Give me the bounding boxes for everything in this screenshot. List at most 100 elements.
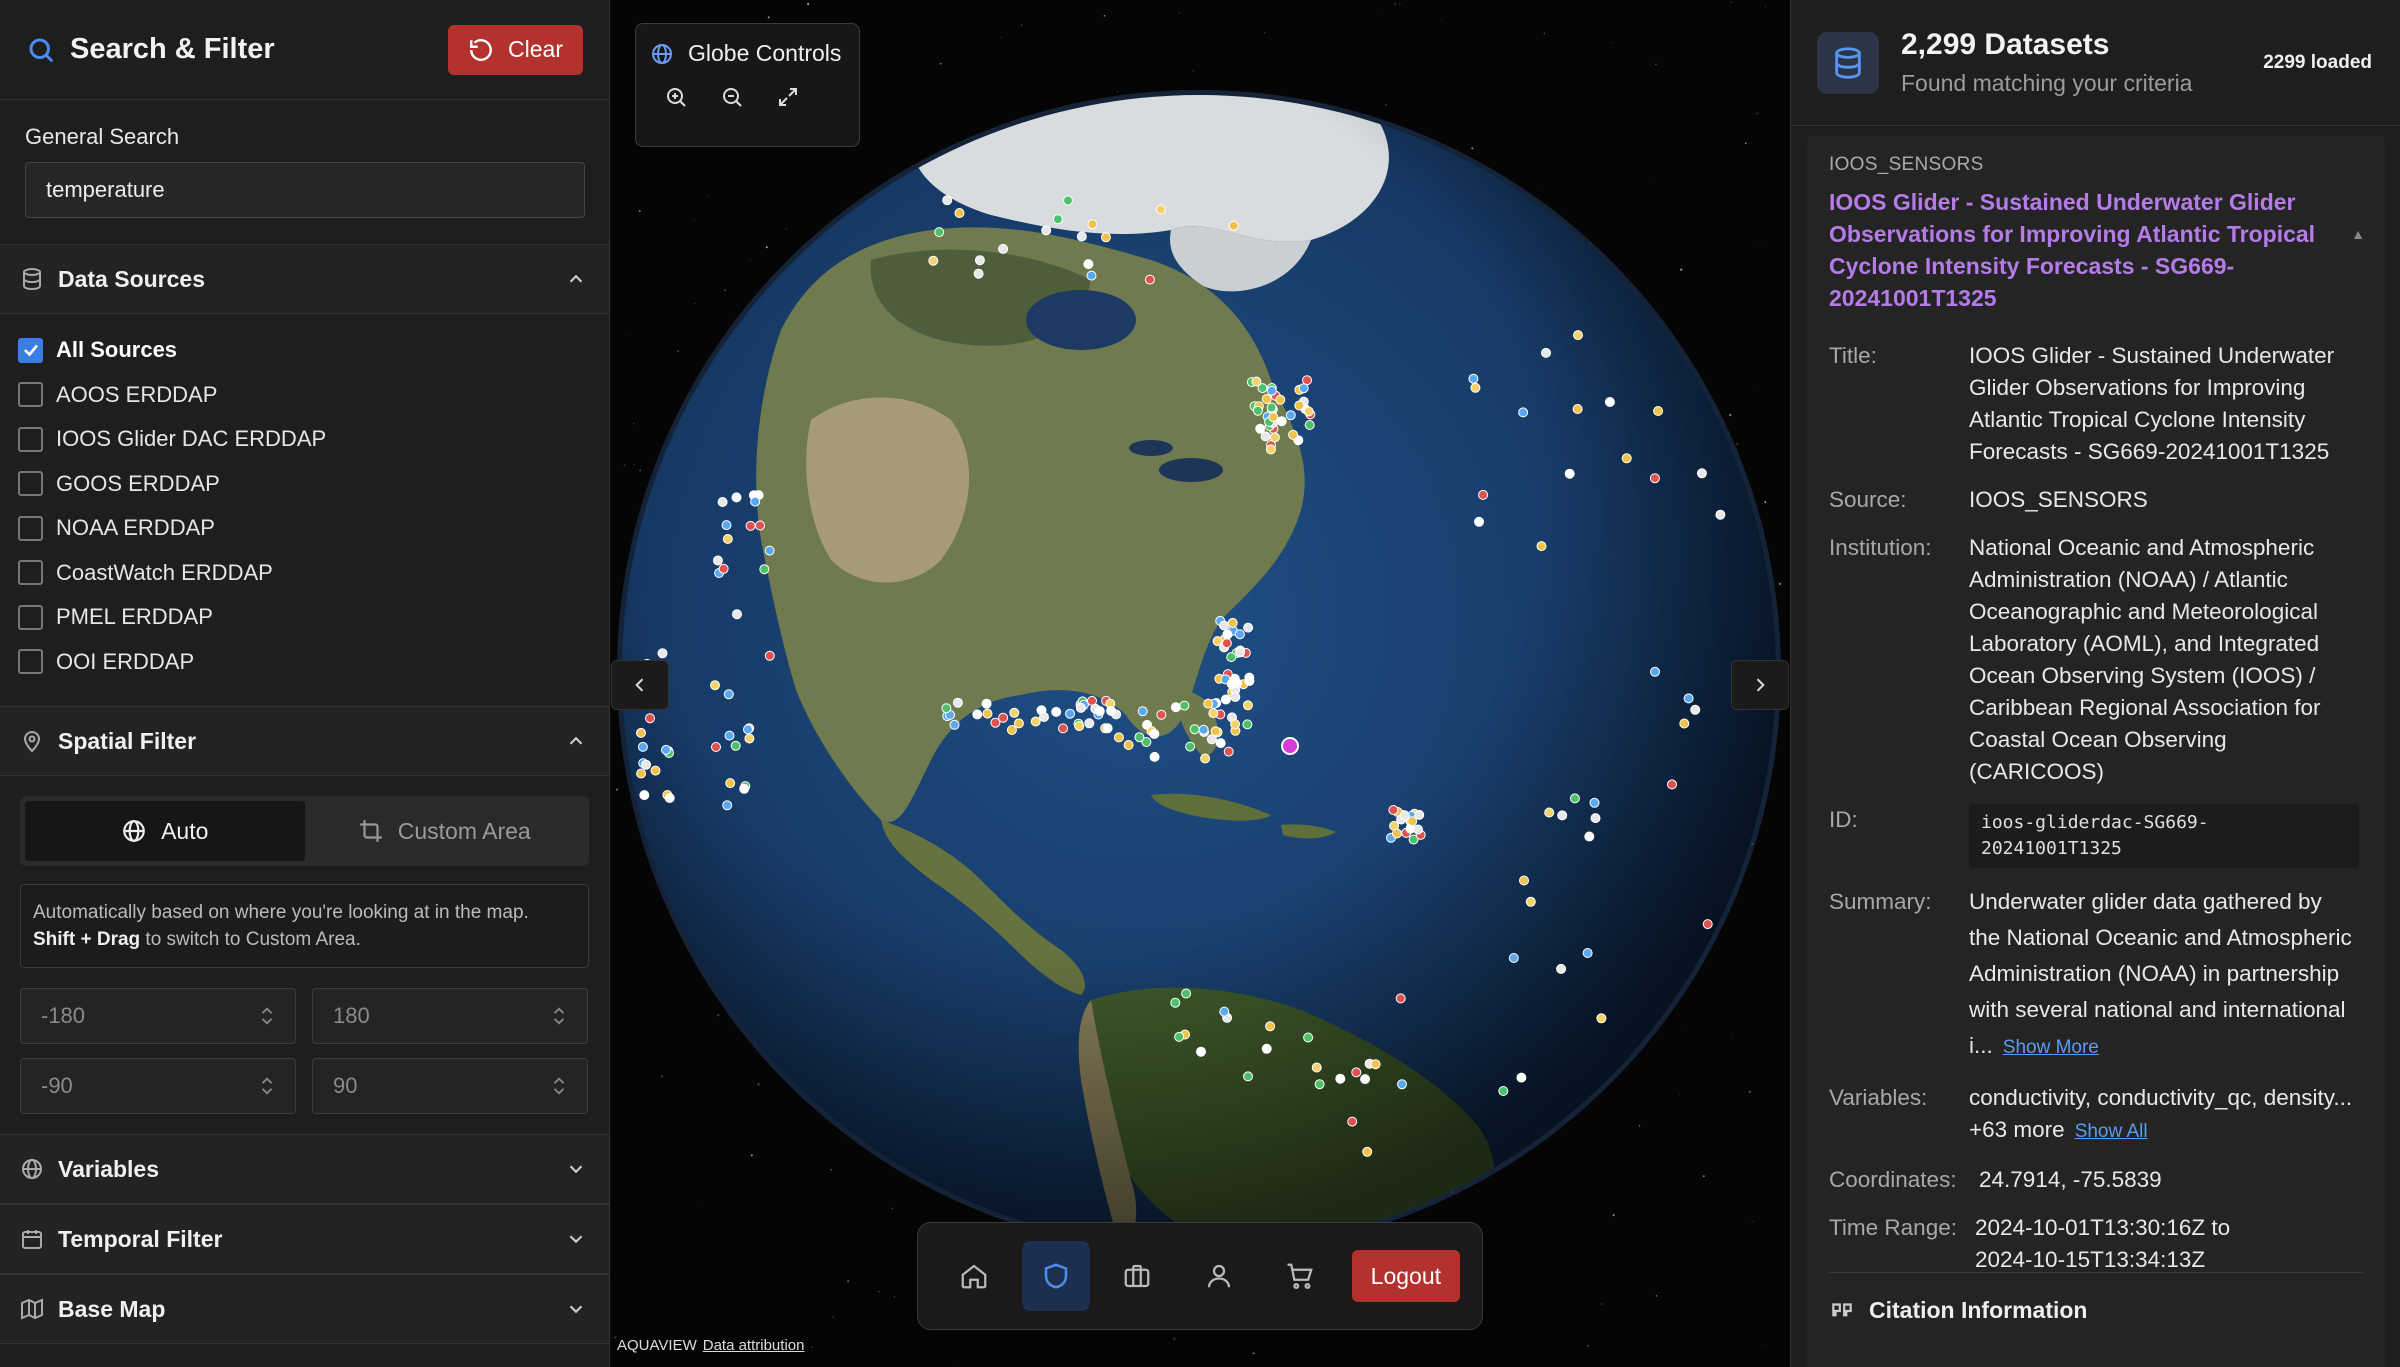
dataset-marker[interactable] [1051,706,1062,717]
dataset-marker[interactable] [1243,1071,1253,1082]
dataset-marker[interactable] [1222,629,1233,640]
dataset-marker[interactable] [1219,620,1230,631]
dataset-marker[interactable] [1266,402,1277,413]
dataset-marker[interactable] [1155,204,1166,215]
dataset-marker[interactable] [1009,707,1020,718]
dataset-marker[interactable] [1589,797,1600,808]
dataset-marker[interactable] [942,195,953,206]
source-item-all[interactable]: All Sources [18,328,609,373]
dataset-marker[interactable] [934,227,945,238]
expand-icon[interactable] [776,85,800,109]
source-item-pmel[interactable]: PMEL ERDDAP [18,595,609,640]
dataset-marker[interactable] [1266,385,1277,396]
dataset-marker[interactable] [1518,407,1529,418]
dataset-marker[interactable] [1715,509,1726,520]
dataset-marker[interactable] [1030,716,1041,727]
dataset-marker[interactable] [1100,232,1111,243]
dataset-marker[interactable] [1596,1013,1607,1024]
dataset-marker[interactable] [1058,723,1068,734]
dataset-marker[interactable] [743,724,753,735]
dataset-marker[interactable] [1220,694,1231,705]
dataset-marker[interactable] [1650,666,1660,677]
zoom-in-icon[interactable] [664,85,688,109]
dataset-marker[interactable] [1226,652,1237,663]
dataset-marker[interactable] [1255,423,1266,434]
dataset-marker[interactable] [641,759,652,770]
dataset-marker[interactable] [1242,700,1253,711]
dataset-marker[interactable] [941,703,952,714]
dataset-marker[interactable] [739,783,750,794]
dataset-marker[interactable] [1137,706,1148,717]
dataset-marker[interactable] [1516,1072,1527,1083]
dataset-marker[interactable] [661,744,671,755]
dataset-marker[interactable] [764,650,775,661]
globe-viewport[interactable]: Globe Controls Logout AQUAVIEW Data attr… [611,0,1790,1367]
dataset-card[interactable]: IOOS_SENSORS IOOS Glider - Sustained Und… [1807,136,2385,1367]
dataset-marker[interactable] [1200,753,1211,764]
dataset-marker[interactable] [1094,706,1105,717]
collapse-right-button[interactable] [1731,660,1789,710]
dataset-marker[interactable] [1360,1074,1371,1085]
dataset-marker[interactable] [1210,726,1221,737]
dataset-marker[interactable] [657,648,668,659]
dataset-marker[interactable] [1174,1031,1185,1042]
dataset-marker[interactable] [998,243,1009,254]
dataset-marker[interactable] [1314,1079,1325,1090]
dataset-marker[interactable] [1696,468,1707,479]
dataset-marker[interactable] [1076,231,1087,242]
dataset-marker[interactable] [732,609,742,620]
dataset-marker[interactable] [1149,729,1160,739]
dataset-marker[interactable] [954,208,965,218]
dataset-marker[interactable] [1265,1021,1276,1032]
dataset-marker[interactable] [637,741,648,752]
dataset-marker[interactable] [1557,810,1568,821]
dataset-marker[interactable] [1564,468,1575,479]
dataset-marker[interactable] [1397,1079,1407,1090]
dataset-marker[interactable] [949,719,960,730]
dataset-marker[interactable] [1304,420,1315,430]
dataset-marker[interactable] [928,255,939,266]
dataset-marker[interactable] [1388,805,1399,815]
dataset-marker[interactable] [1683,693,1694,704]
checkbox[interactable] [18,515,43,541]
dataset-marker[interactable] [1508,953,1519,963]
dataset-marker[interactable] [1414,809,1425,820]
source-item-ooi[interactable]: OOI ERDDAP [18,640,609,685]
dataset-marker[interactable] [711,742,721,752]
min-lat-input[interactable]: -90 [20,1058,296,1114]
dataset-marker[interactable] [731,492,742,503]
dataset-marker[interactable] [1170,702,1181,713]
dataset-marker[interactable] [1227,617,1238,628]
dataset-marker[interactable] [1285,410,1296,421]
dataset-marker[interactable] [750,496,761,507]
dataset-marker[interactable] [1223,746,1234,757]
dataset-marker[interactable] [1573,330,1583,341]
dataset-marker[interactable] [1198,724,1209,735]
dataset-marker[interactable] [1621,453,1632,464]
dataset-marker[interactable] [1541,347,1551,358]
dataset-marker[interactable] [712,555,723,566]
dataset-marker[interactable] [998,712,1009,723]
dataset-marker[interactable] [1470,382,1481,393]
dataset-marker[interactable] [1235,647,1246,658]
dataset-marker[interactable] [1170,997,1181,1008]
temporal-filter-header[interactable]: Temporal Filter [0,1204,609,1274]
dataset-marker[interactable] [1519,875,1529,886]
dataset-marker[interactable] [1039,712,1049,722]
dataset-marker[interactable] [1228,220,1239,231]
checkbox[interactable] [18,426,43,452]
dataset-marker[interactable] [730,740,741,751]
dataset-marker[interactable] [755,520,765,531]
dataset-marker[interactable] [717,497,728,507]
variables-header[interactable]: Variables [0,1134,609,1204]
data-attribution-link[interactable]: Data attribution [703,1337,805,1354]
dataset-marker[interactable] [1468,373,1479,384]
stepper-icon[interactable] [551,1075,567,1097]
logout-button[interactable]: Logout [1351,1250,1461,1302]
dataset-marker[interactable] [1347,1116,1358,1127]
dataset-marker[interactable] [1311,1062,1322,1073]
selected-dataset-marker[interactable] [1281,737,1299,755]
dataset-marker[interactable] [982,708,993,719]
dataset-marker[interactable] [636,768,647,779]
dataset-marker[interactable] [744,733,755,744]
